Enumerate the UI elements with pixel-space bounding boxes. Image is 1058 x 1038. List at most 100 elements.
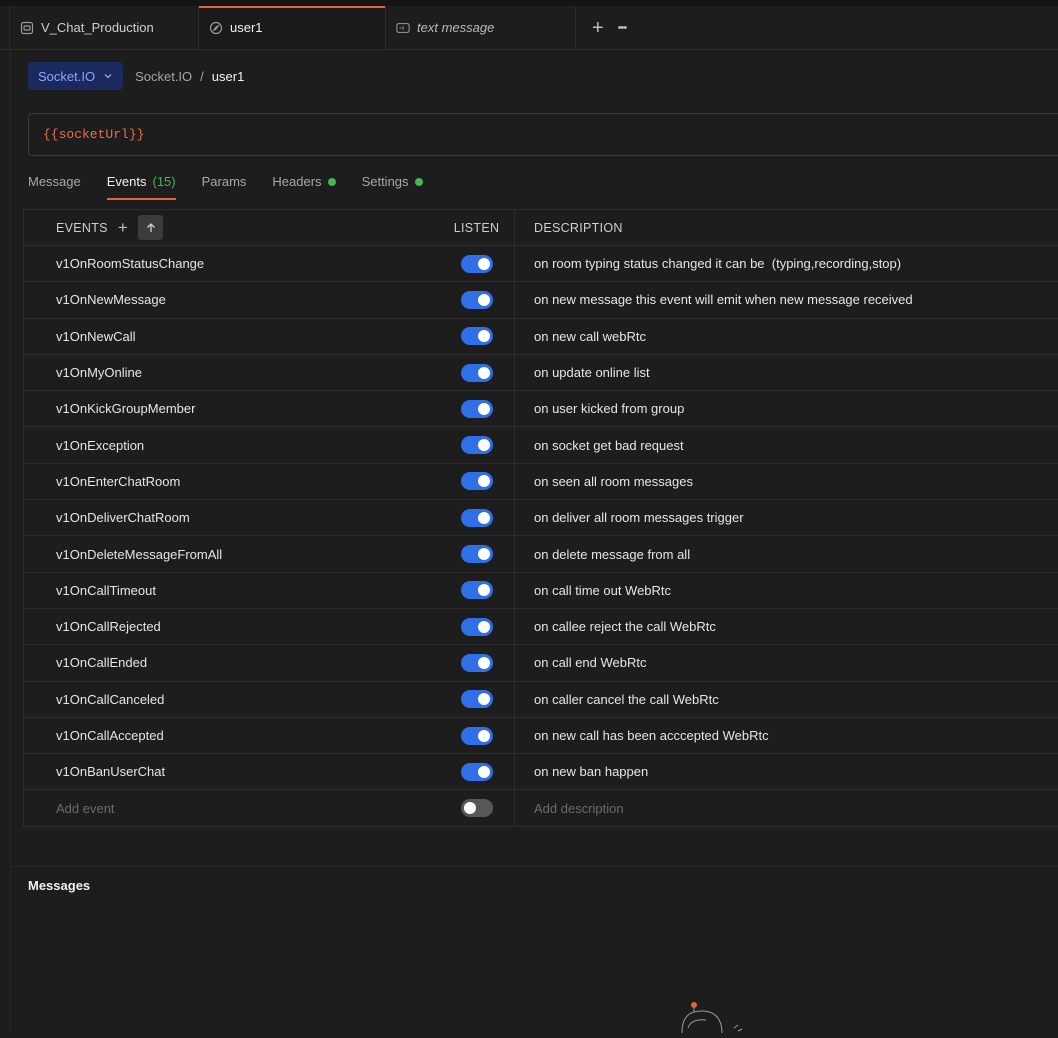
tab-v-chat-production[interactable]: V_Chat_Production — [10, 6, 199, 49]
event-name[interactable]: v1OnCallTimeout — [56, 583, 156, 598]
event-cell[interactable]: v1OnCallTimeout — [24, 583, 439, 598]
listen-toggle[interactable] — [460, 399, 493, 418]
listen-toggle[interactable] — [460, 508, 493, 527]
description-cell[interactable]: on caller cancel the call WebRtc — [514, 681, 1058, 717]
event-description[interactable]: on new message this event will emit when… — [534, 292, 913, 307]
event-name[interactable]: v1OnCallCanceled — [56, 692, 164, 707]
tab-events[interactable]: Events (15) — [106, 168, 176, 200]
tab-text-message[interactable]: text message — [386, 6, 576, 49]
event-cell[interactable]: v1OnDeleteMessageFromAll — [24, 547, 439, 562]
event-name[interactable]: v1OnMyOnline — [56, 365, 142, 380]
event-cell[interactable]: v1OnEnterChatRoom — [24, 474, 439, 489]
table-row: v1OnCallTimeout on call time out WebRtc — [24, 572, 1058, 609]
description-cell[interactable]: on new ban happen — [514, 754, 1058, 790]
event-name[interactable]: v1OnDeleteMessageFromAll — [56, 547, 222, 562]
description-cell[interactable]: on new call has been acccepted WebRtc — [514, 717, 1058, 754]
event-name[interactable]: v1OnCallAccepted — [56, 728, 164, 743]
event-cell[interactable]: v1OnRoomStatusChange — [24, 256, 439, 271]
listen-toggle[interactable] — [460, 726, 493, 745]
more-options-icon[interactable]: ••• — [618, 18, 628, 38]
listen-toggle[interactable] — [460, 581, 493, 600]
event-name[interactable]: v1OnCallEnded — [56, 655, 147, 670]
description-cell[interactable]: on room typing status changed it can be … — [514, 246, 1058, 282]
event-cell[interactable]: v1OnMyOnline — [24, 365, 439, 380]
tab-headers[interactable]: Headers — [272, 168, 336, 200]
listen-toggle[interactable] — [460, 653, 493, 672]
event-cell[interactable]: v1OnNewCall — [24, 329, 439, 344]
event-name[interactable]: v1OnCallRejected — [56, 619, 161, 634]
event-name[interactable]: v1OnNewMessage — [56, 292, 166, 307]
listen-toggle[interactable] — [460, 690, 493, 709]
event-cell[interactable]: v1OnKickGroupMember — [24, 401, 439, 416]
event-cell[interactable]: v1OnBanUserChat — [24, 764, 439, 779]
breadcrumb-parent[interactable]: Socket.IO — [135, 69, 192, 84]
add-event-plus-icon[interactable]: + — [118, 219, 128, 236]
arrow-up-icon[interactable] — [138, 215, 164, 240]
event-cell[interactable]: Add event — [24, 801, 439, 816]
listen-toggle[interactable] — [460, 327, 493, 346]
tab-settings[interactable]: Settings — [362, 168, 423, 200]
event-description[interactable]: on user kicked from group — [534, 401, 684, 416]
description-cell[interactable]: on new call webRtc — [514, 318, 1058, 354]
event-description[interactable]: on socket get bad request — [534, 438, 684, 453]
event-cell[interactable]: v1OnDeliverChatRoom — [24, 510, 439, 525]
description-cell[interactable]: on seen all room messages — [514, 463, 1058, 500]
add-event-input[interactable]: Add event — [56, 801, 115, 816]
event-name[interactable]: v1OnNewCall — [56, 329, 135, 344]
description-cell[interactable]: on call end WebRtc — [514, 645, 1058, 681]
url-input[interactable]: {{socketUrl}} — [28, 113, 1058, 156]
event-cell[interactable]: v1OnCallCanceled — [24, 692, 439, 707]
listen-toggle[interactable] — [460, 363, 493, 382]
event-description[interactable]: on new call webRtc — [534, 329, 646, 344]
listen-toggle[interactable] — [460, 254, 493, 273]
description-cell[interactable]: on deliver all room messages trigger — [514, 500, 1058, 536]
listen-toggle[interactable] — [460, 436, 493, 455]
event-name[interactable]: v1OnRoomStatusChange — [56, 256, 204, 271]
listen-cell — [439, 645, 514, 680]
add-description-input[interactable]: Add description — [534, 801, 624, 816]
description-cell[interactable]: on call time out WebRtc — [514, 572, 1058, 608]
event-description[interactable]: on deliver all room messages trigger — [534, 510, 744, 525]
event-description[interactable]: on room typing status changed it can be … — [534, 256, 901, 271]
event-description[interactable]: on seen all room messages — [534, 474, 693, 489]
event-cell[interactable]: v1OnException — [24, 438, 439, 453]
event-cell[interactable]: v1OnCallRejected — [24, 619, 439, 634]
event-description[interactable]: on delete message from all — [534, 547, 690, 562]
tab-user1[interactable]: user1 — [199, 6, 386, 49]
new-tab-plus-icon[interactable]: + — [592, 18, 604, 38]
messages-divider — [10, 866, 1058, 867]
description-cell[interactable]: on socket get bad request — [514, 427, 1058, 463]
protocol-dropdown[interactable]: Socket.IO — [28, 62, 124, 90]
listen-toggle[interactable] — [460, 290, 493, 309]
listen-toggle[interactable] — [460, 617, 493, 636]
tab-params[interactable]: Params — [202, 168, 247, 200]
listen-toggle[interactable] — [460, 545, 493, 564]
event-cell[interactable]: v1OnCallAccepted — [24, 728, 439, 743]
event-name[interactable]: v1OnDeliverChatRoom — [56, 510, 190, 525]
description-cell[interactable]: on callee reject the call WebRtc — [514, 608, 1058, 645]
description-cell[interactable]: on user kicked from group — [514, 391, 1058, 427]
event-cell[interactable]: v1OnNewMessage — [24, 292, 439, 307]
description-cell[interactable]: Add description — [514, 790, 1058, 826]
listen-toggle[interactable] — [460, 472, 493, 491]
event-name[interactable]: v1OnBanUserChat — [56, 764, 165, 779]
event-name[interactable]: v1OnKickGroupMember — [56, 401, 195, 416]
toggle-knob — [477, 620, 490, 633]
event-cell[interactable]: v1OnCallEnded — [24, 655, 439, 670]
event-description[interactable]: on caller cancel the call WebRtc — [534, 692, 719, 707]
event-description[interactable]: on new ban happen — [534, 764, 648, 779]
event-description[interactable]: on update online list — [534, 365, 650, 380]
event-description[interactable]: on new call has been acccepted WebRtc — [534, 728, 769, 743]
description-cell[interactable]: on update online list — [514, 354, 1058, 391]
listen-toggle[interactable] — [460, 799, 493, 818]
event-name[interactable]: v1OnException — [56, 438, 144, 453]
tab-message[interactable]: Message — [28, 168, 81, 200]
description-cell[interactable]: on delete message from all — [514, 536, 1058, 572]
breadcrumb-current[interactable]: user1 — [212, 69, 245, 84]
event-name[interactable]: v1OnEnterChatRoom — [56, 474, 180, 489]
listen-toggle[interactable] — [460, 762, 493, 781]
event-description[interactable]: on callee reject the call WebRtc — [534, 619, 716, 634]
description-cell[interactable]: on new message this event will emit when… — [514, 282, 1058, 318]
event-description[interactable]: on call time out WebRtc — [534, 583, 671, 598]
event-description[interactable]: on call end WebRtc — [534, 655, 647, 670]
